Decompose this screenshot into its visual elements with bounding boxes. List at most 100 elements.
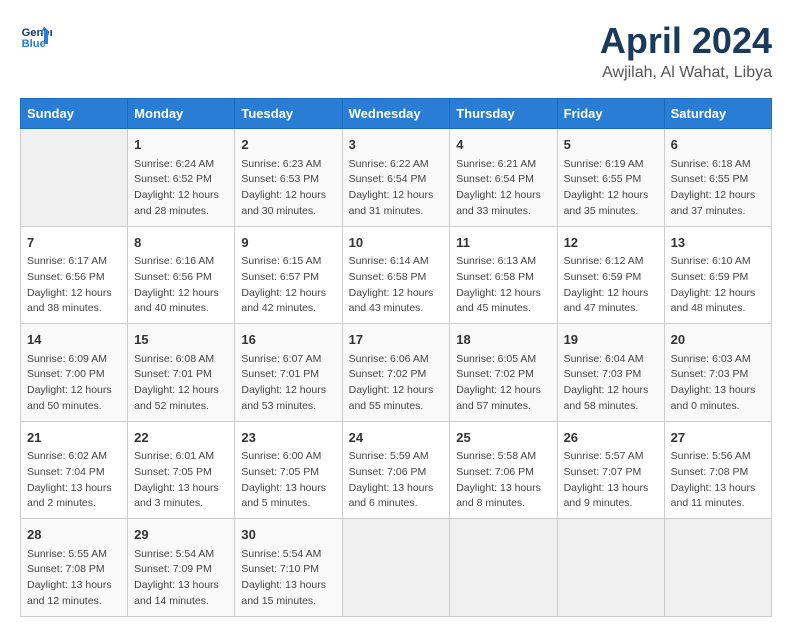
column-header-thursday: Thursday — [450, 99, 557, 129]
day-number: 10 — [349, 233, 444, 253]
month-title: April 2024 — [600, 20, 772, 62]
cell-content: Sunrise: 6:16 AM Sunset: 6:56 PM Dayligh… — [134, 254, 228, 317]
week-row-4: 21Sunrise: 6:02 AM Sunset: 7:04 PM Dayli… — [21, 421, 772, 519]
calendar-cell: 3Sunrise: 6:22 AM Sunset: 6:54 PM Daylig… — [342, 129, 450, 227]
calendar-cell: 24Sunrise: 5:59 AM Sunset: 7:06 PM Dayli… — [342, 421, 450, 519]
calendar-cell: 17Sunrise: 6:06 AM Sunset: 7:02 PM Dayli… — [342, 324, 450, 422]
calendar-cell: 9Sunrise: 6:15 AM Sunset: 6:57 PM Daylig… — [235, 226, 342, 324]
calendar-cell: 25Sunrise: 5:58 AM Sunset: 7:06 PM Dayli… — [450, 421, 557, 519]
cell-content: Sunrise: 6:18 AM Sunset: 6:55 PM Dayligh… — [671, 157, 765, 220]
day-number: 26 — [564, 428, 658, 448]
day-number: 27 — [671, 428, 765, 448]
day-number: 12 — [564, 233, 658, 253]
calendar-cell: 26Sunrise: 5:57 AM Sunset: 7:07 PM Dayli… — [557, 421, 664, 519]
cell-content: Sunrise: 5:56 AM Sunset: 7:08 PM Dayligh… — [671, 449, 765, 512]
cell-content: Sunrise: 6:09 AM Sunset: 7:00 PM Dayligh… — [27, 352, 121, 415]
week-row-3: 14Sunrise: 6:09 AM Sunset: 7:00 PM Dayli… — [21, 324, 772, 422]
cell-content: Sunrise: 5:55 AM Sunset: 7:08 PM Dayligh… — [27, 547, 121, 610]
day-number: 1 — [134, 135, 228, 155]
cell-content: Sunrise: 6:21 AM Sunset: 6:54 PM Dayligh… — [456, 157, 550, 220]
page-header: General Blue April 2024 Awjilah, Al Waha… — [20, 20, 772, 82]
day-number: 25 — [456, 428, 550, 448]
calendar-cell: 5Sunrise: 6:19 AM Sunset: 6:55 PM Daylig… — [557, 129, 664, 227]
logo-icon: General Blue — [20, 20, 52, 52]
calendar-cell: 20Sunrise: 6:03 AM Sunset: 7:03 PM Dayli… — [664, 324, 771, 422]
cell-content: Sunrise: 5:57 AM Sunset: 7:07 PM Dayligh… — [564, 449, 658, 512]
day-number: 9 — [241, 233, 335, 253]
calendar-cell: 6Sunrise: 6:18 AM Sunset: 6:55 PM Daylig… — [664, 129, 771, 227]
calendar-cell — [342, 519, 450, 617]
day-number: 6 — [671, 135, 765, 155]
location-title: Awjilah, Al Wahat, Libya — [600, 64, 772, 82]
cell-content: Sunrise: 6:22 AM Sunset: 6:54 PM Dayligh… — [349, 157, 444, 220]
day-number: 20 — [671, 330, 765, 350]
day-number: 16 — [241, 330, 335, 350]
cell-content: Sunrise: 5:54 AM Sunset: 7:10 PM Dayligh… — [241, 547, 335, 610]
day-number: 7 — [27, 233, 121, 253]
cell-content: Sunrise: 6:08 AM Sunset: 7:01 PM Dayligh… — [134, 352, 228, 415]
cell-content: Sunrise: 6:07 AM Sunset: 7:01 PM Dayligh… — [241, 352, 335, 415]
calendar-cell — [21, 129, 128, 227]
calendar-cell: 8Sunrise: 6:16 AM Sunset: 6:56 PM Daylig… — [128, 226, 235, 324]
column-header-wednesday: Wednesday — [342, 99, 450, 129]
day-number: 5 — [564, 135, 658, 155]
day-number: 23 — [241, 428, 335, 448]
day-number: 21 — [27, 428, 121, 448]
day-number: 3 — [349, 135, 444, 155]
calendar-cell: 16Sunrise: 6:07 AM Sunset: 7:01 PM Dayli… — [235, 324, 342, 422]
calendar-cell — [664, 519, 771, 617]
calendar-cell: 19Sunrise: 6:04 AM Sunset: 7:03 PM Dayli… — [557, 324, 664, 422]
cell-content: Sunrise: 5:54 AM Sunset: 7:09 PM Dayligh… — [134, 547, 228, 610]
column-header-tuesday: Tuesday — [235, 99, 342, 129]
cell-content: Sunrise: 5:58 AM Sunset: 7:06 PM Dayligh… — [456, 449, 550, 512]
week-row-2: 7Sunrise: 6:17 AM Sunset: 6:56 PM Daylig… — [21, 226, 772, 324]
calendar-cell: 18Sunrise: 6:05 AM Sunset: 7:02 PM Dayli… — [450, 324, 557, 422]
day-number: 30 — [241, 525, 335, 545]
calendar-cell: 28Sunrise: 5:55 AM Sunset: 7:08 PM Dayli… — [21, 519, 128, 617]
cell-content: Sunrise: 6:01 AM Sunset: 7:05 PM Dayligh… — [134, 449, 228, 512]
day-number: 13 — [671, 233, 765, 253]
day-number: 29 — [134, 525, 228, 545]
day-number: 8 — [134, 233, 228, 253]
cell-content: Sunrise: 6:03 AM Sunset: 7:03 PM Dayligh… — [671, 352, 765, 415]
calendar-cell: 22Sunrise: 6:01 AM Sunset: 7:05 PM Dayli… — [128, 421, 235, 519]
calendar-body: 1Sunrise: 6:24 AM Sunset: 6:52 PM Daylig… — [21, 129, 772, 617]
calendar-cell: 13Sunrise: 6:10 AM Sunset: 6:59 PM Dayli… — [664, 226, 771, 324]
calendar-header: SundayMondayTuesdayWednesdayThursdayFrid… — [21, 99, 772, 129]
calendar-cell: 1Sunrise: 6:24 AM Sunset: 6:52 PM Daylig… — [128, 129, 235, 227]
day-number: 19 — [564, 330, 658, 350]
cell-content: Sunrise: 6:10 AM Sunset: 6:59 PM Dayligh… — [671, 254, 765, 317]
cell-content: Sunrise: 6:13 AM Sunset: 6:58 PM Dayligh… — [456, 254, 550, 317]
calendar-cell: 12Sunrise: 6:12 AM Sunset: 6:59 PM Dayli… — [557, 226, 664, 324]
column-header-sunday: Sunday — [21, 99, 128, 129]
week-row-1: 1Sunrise: 6:24 AM Sunset: 6:52 PM Daylig… — [21, 129, 772, 227]
day-number: 22 — [134, 428, 228, 448]
calendar-cell: 30Sunrise: 5:54 AM Sunset: 7:10 PM Dayli… — [235, 519, 342, 617]
day-number: 14 — [27, 330, 121, 350]
day-number: 17 — [349, 330, 444, 350]
header-row: SundayMondayTuesdayWednesdayThursdayFrid… — [21, 99, 772, 129]
calendar-table: SundayMondayTuesdayWednesdayThursdayFrid… — [20, 98, 772, 617]
cell-content: Sunrise: 6:17 AM Sunset: 6:56 PM Dayligh… — [27, 254, 121, 317]
cell-content: Sunrise: 6:06 AM Sunset: 7:02 PM Dayligh… — [349, 352, 444, 415]
calendar-cell: 2Sunrise: 6:23 AM Sunset: 6:53 PM Daylig… — [235, 129, 342, 227]
calendar-cell — [450, 519, 557, 617]
column-header-friday: Friday — [557, 99, 664, 129]
day-number: 28 — [27, 525, 121, 545]
cell-content: Sunrise: 6:24 AM Sunset: 6:52 PM Dayligh… — [134, 157, 228, 220]
calendar-cell: 21Sunrise: 6:02 AM Sunset: 7:04 PM Dayli… — [21, 421, 128, 519]
calendar-cell: 10Sunrise: 6:14 AM Sunset: 6:58 PM Dayli… — [342, 226, 450, 324]
calendar-cell: 11Sunrise: 6:13 AM Sunset: 6:58 PM Dayli… — [450, 226, 557, 324]
calendar-cell: 4Sunrise: 6:21 AM Sunset: 6:54 PM Daylig… — [450, 129, 557, 227]
column-header-saturday: Saturday — [664, 99, 771, 129]
calendar-cell: 23Sunrise: 6:00 AM Sunset: 7:05 PM Dayli… — [235, 421, 342, 519]
day-number: 18 — [456, 330, 550, 350]
cell-content: Sunrise: 6:15 AM Sunset: 6:57 PM Dayligh… — [241, 254, 335, 317]
calendar-cell: 7Sunrise: 6:17 AM Sunset: 6:56 PM Daylig… — [21, 226, 128, 324]
calendar-cell: 27Sunrise: 5:56 AM Sunset: 7:08 PM Dayli… — [664, 421, 771, 519]
cell-content: Sunrise: 6:04 AM Sunset: 7:03 PM Dayligh… — [564, 352, 658, 415]
calendar-cell: 15Sunrise: 6:08 AM Sunset: 7:01 PM Dayli… — [128, 324, 235, 422]
day-number: 11 — [456, 233, 550, 253]
cell-content: Sunrise: 6:19 AM Sunset: 6:55 PM Dayligh… — [564, 157, 658, 220]
cell-content: Sunrise: 6:02 AM Sunset: 7:04 PM Dayligh… — [27, 449, 121, 512]
